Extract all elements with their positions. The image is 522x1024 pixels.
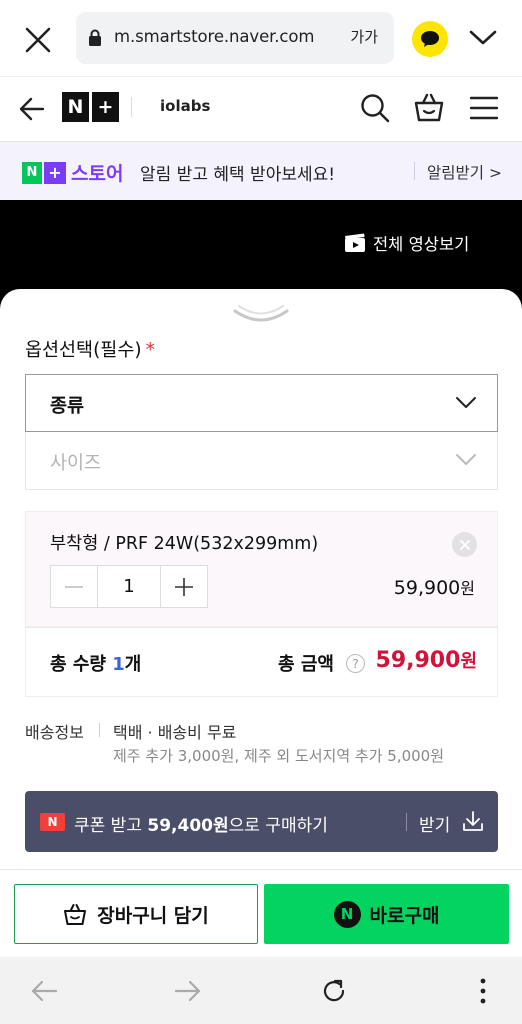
coupon-text-suffix: 으로 구매하기	[228, 816, 328, 836]
selected-option-name: 부착형 / PRF 24W(532x299mm)	[50, 534, 319, 554]
browser-navigation-bar	[0, 957, 522, 1024]
chevron-down-icon	[456, 454, 476, 465]
total-quantity: 총 수량 1개	[50, 650, 141, 676]
selected-option-item: 부착형 / PRF 24W(532x299mm) 1 59,900원	[25, 511, 498, 627]
notify-message: 알림 받고 혜택 받아보세요!	[140, 165, 336, 185]
minus-icon	[65, 585, 83, 588]
search-icon[interactable]	[360, 93, 390, 123]
coupon-badge: N	[40, 813, 65, 831]
coupon-price: 59,400원	[147, 816, 229, 836]
forward-arrow-icon[interactable]	[174, 979, 202, 1003]
view-all-videos-button[interactable]: 전체 영상보기	[344, 231, 469, 255]
coupon-message: 쿠폰 받고 59,400원으로 구매하기	[74, 811, 328, 836]
logo-plus: +	[92, 92, 119, 122]
buy-now-button[interactable]: N 바로구매	[264, 884, 509, 944]
refresh-icon[interactable]	[320, 977, 348, 1005]
help-icon[interactable]: ?	[346, 654, 365, 673]
coupon-divider	[406, 813, 407, 831]
order-total: 총 수량 1개 총 금액 ? 59,900원	[25, 627, 498, 697]
url-text: m.smartstore.naver.com	[114, 27, 315, 46]
total-amount-unit: 원	[460, 651, 477, 672]
shipping-divider	[99, 723, 100, 737]
increase-quantity-button[interactable]	[161, 566, 207, 607]
option-price-value: 59,900	[393, 577, 461, 599]
add-to-cart-label: 장바구니 담기	[97, 904, 209, 927]
total-quantity-number: 1	[112, 654, 125, 675]
shipping-method: 택배 · 배송비 무료	[113, 723, 237, 742]
sheet-collapse-handle-icon[interactable]	[233, 303, 289, 325]
option-section-title: 옵션선택(필수) *	[25, 336, 155, 362]
subscribe-alert-link[interactable]: 알림받기 >	[427, 161, 502, 183]
notification-banner[interactable]: N + 스토어 알림 받고 혜택 받아보세요! 알림받기 >	[0, 142, 522, 200]
option-price-unit: 원	[460, 579, 475, 598]
browser-toolbar: m.smartstore.naver.com 가가	[0, 0, 522, 76]
store-name[interactable]: iolabs	[160, 97, 210, 115]
close-icon[interactable]	[22, 24, 54, 56]
notify-divider	[414, 162, 415, 180]
store-logo-n: N	[22, 161, 42, 184]
decrease-quantity-button[interactable]	[51, 566, 97, 607]
required-mark: *	[145, 340, 155, 361]
back-arrow-icon[interactable]	[30, 979, 58, 1003]
chevron-down-icon[interactable]	[468, 26, 498, 50]
size-dropdown-label: 사이즈	[50, 453, 102, 474]
option-title-text: 옵션선택(필수)	[25, 340, 142, 361]
header-divider	[131, 97, 132, 117]
option-bottom-sheet: 옵션선택(필수) * 종류 사이즈 부착형 / PRF 24W(532x299mm…	[0, 289, 522, 889]
quantity-stepper: 1	[50, 565, 208, 608]
quantity-value[interactable]: 1	[97, 566, 161, 607]
kind-dropdown[interactable]: 종류	[25, 374, 498, 432]
naver-pay-badge: N	[333, 900, 361, 928]
naver-store-logo: N + 스토어	[22, 159, 123, 186]
coupon-banner[interactable]: N 쿠폰 받고 59,400원으로 구매하기 받기	[25, 791, 498, 852]
view-all-videos-label: 전체 영상보기	[373, 235, 470, 254]
lock-icon	[89, 29, 101, 46]
total-amount-value: 59,900	[375, 648, 461, 673]
kind-dropdown-label: 종류	[50, 396, 85, 417]
purchase-action-bar: 장바구니 담기 N 바로구매	[0, 869, 522, 957]
total-amount-label: 총 금액	[278, 654, 334, 675]
remove-option-button[interactable]	[452, 532, 477, 557]
shipping-info-label: 배송정보	[25, 723, 84, 742]
total-amount: 59,900원	[376, 647, 477, 673]
back-arrow-icon[interactable]	[18, 95, 46, 123]
add-to-cart-button[interactable]: 장바구니 담기	[14, 884, 258, 944]
buy-now-label: 바로구매	[369, 904, 440, 927]
store-logo-plus: +	[44, 161, 66, 184]
total-quantity-prefix: 총 수량	[50, 654, 113, 675]
address-bar[interactable]: m.smartstore.naver.com 가가	[76, 12, 394, 64]
shopping-bag-icon	[64, 904, 87, 925]
total-quantity-suffix: 개	[124, 654, 142, 675]
store-header: N + iolabs	[0, 76, 522, 142]
download-icon[interactable]	[462, 810, 484, 832]
hamburger-menu-icon[interactable]	[469, 95, 499, 121]
option-price: 59,900원	[394, 575, 475, 599]
shopping-bag-icon[interactable]	[413, 91, 445, 123]
plus-icon	[175, 577, 193, 596]
speech-bubble-icon	[421, 31, 439, 47]
store-logo-text: 스토어	[71, 163, 124, 185]
chevron-down-icon	[456, 397, 476, 408]
shipping-extra-fee: 제주 추가 3,000원, 제주 외 도서지역 추가 5,000원	[113, 747, 445, 765]
more-options-icon[interactable]	[477, 977, 489, 1005]
get-coupon-button[interactable]: 받기	[419, 811, 450, 836]
video-clapper-icon	[345, 233, 365, 252]
kakao-talk-button[interactable]	[412, 21, 448, 57]
close-icon	[459, 539, 470, 550]
naver-plus-logo[interactable]: N +	[62, 92, 119, 122]
logo-n: N	[62, 92, 89, 122]
coupon-text-prefix: 쿠폰 받고	[74, 816, 148, 836]
size-dropdown[interactable]: 사이즈	[25, 432, 498, 490]
font-size-button[interactable]: 가가	[350, 26, 378, 47]
